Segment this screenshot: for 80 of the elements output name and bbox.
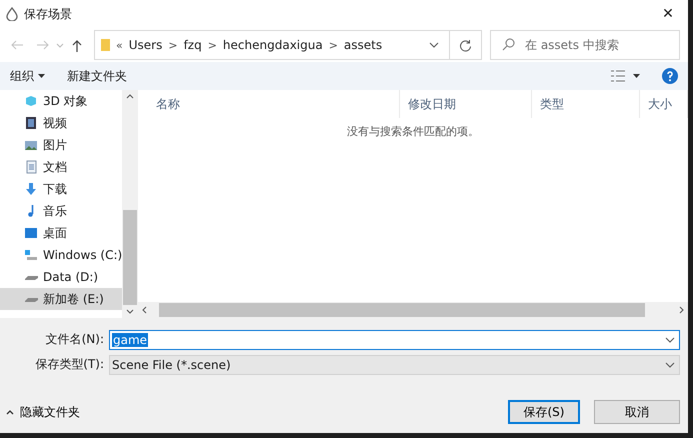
scroll-up-icon[interactable]	[126, 94, 134, 99]
nav-item-label: 音乐	[43, 202, 67, 220]
path-separator: >	[168, 38, 178, 52]
search-icon	[502, 38, 515, 51]
film-icon	[24, 116, 38, 130]
scroll-down-icon[interactable]	[126, 309, 134, 314]
nav-item[interactable]: Windows (C:)	[0, 244, 122, 266]
scroll-left-icon[interactable]	[142, 306, 147, 314]
scrollbar-thumb[interactable]	[159, 303, 645, 317]
file-type-dropdown[interactable]: Scene File (*.scene)	[109, 354, 680, 374]
nav-item[interactable]: 新加卷 (E:)	[0, 288, 122, 310]
caret-up-icon	[6, 410, 14, 414]
nav-item[interactable]: 3D 对象	[0, 90, 122, 112]
dropdown-value: Scene File (*.scene)	[112, 358, 231, 372]
hide-folders-button[interactable]: 隐藏文件夹	[6, 404, 494, 420]
nav-item-label: Windows (C:)	[43, 248, 122, 262]
save-button[interactable]: 保存(S)	[508, 400, 580, 424]
nav-item[interactable]: 桌面	[0, 222, 122, 244]
path-separator: >	[328, 38, 338, 52]
nav-item[interactable]: 下载	[0, 178, 122, 200]
empty-message: 没有与搜索条件匹配的项。	[347, 124, 479, 140]
nav-item-label: Data (D:)	[43, 270, 98, 284]
nav-item-label: 3D 对象	[43, 92, 88, 110]
overflow-chevron[interactable]: «	[116, 38, 123, 52]
nav-item[interactable]: Data (D:)	[0, 266, 122, 288]
nav-item[interactable]: 音乐	[0, 200, 122, 222]
cube-icon	[24, 94, 38, 108]
nav-item-label: 图片	[43, 136, 67, 154]
system-drive-icon	[24, 248, 38, 262]
field-label: 保存类型(T):	[34, 356, 105, 373]
drive-icon	[24, 296, 38, 302]
scrollbar-thumb[interactable]	[123, 210, 137, 305]
organize-menu-button[interactable]: 组织	[10, 68, 45, 84]
nav-item-label: 桌面	[43, 224, 67, 242]
scroll-right-icon[interactable]	[679, 306, 684, 314]
download-arrow-icon	[24, 182, 38, 196]
nav-item-label: 文档	[43, 158, 67, 176]
document-icon	[24, 160, 38, 174]
image-icon	[24, 138, 38, 152]
column-header[interactable]: 名称	[148, 90, 400, 118]
address-bar[interactable]: « Users > fzq > hechengdaxigua > assets	[94, 30, 450, 60]
selected-text: game	[112, 332, 148, 346]
folder-icon	[101, 38, 110, 52]
help-icon[interactable]	[662, 68, 678, 84]
nav-item-label: 视频	[43, 114, 67, 132]
caret-down-icon[interactable]	[633, 74, 640, 78]
search-field[interactable]: 在 assets 中搜索	[490, 30, 680, 60]
horizontal-scrollbar[interactable]	[138, 302, 688, 318]
music-note-icon	[28, 205, 34, 217]
chevron-down-icon	[665, 336, 675, 342]
path-crumb[interactable]: fzq	[184, 38, 202, 52]
path-crumb[interactable]: hechengdaxigua	[222, 38, 323, 52]
path-crumb[interactable]: assets	[344, 38, 382, 52]
chevron-down-icon	[665, 362, 675, 368]
nav-item-label: 下载	[43, 180, 67, 198]
nav-item-label: 新加卷 (E:)	[43, 290, 104, 308]
cancel-button[interactable]: 取消	[594, 400, 680, 424]
column-header[interactable]: 大小	[640, 90, 688, 118]
vertical-scrollbar[interactable]	[122, 90, 138, 318]
path-separator: >	[208, 38, 217, 52]
window-title: 保存场景	[24, 6, 73, 22]
path-crumb[interactable]: Users	[128, 38, 162, 52]
refresh-button[interactable]	[450, 30, 482, 60]
desktop-icon	[24, 226, 38, 240]
file-name-field[interactable]: game	[109, 330, 680, 350]
nav-item[interactable]: 文档	[0, 156, 122, 178]
chevron-down-icon	[429, 42, 439, 48]
field-label: 文件名(N):	[44, 331, 105, 348]
nav-item[interactable]: 图片	[0, 134, 122, 156]
app-logo-icon	[6, 7, 18, 21]
column-header[interactable]: 修改日期	[400, 90, 532, 118]
new-folder-button[interactable]: 新建文件夹	[67, 68, 127, 84]
refresh-icon	[459, 38, 472, 52]
close-button[interactable]: ✕	[648, 0, 688, 28]
caret-down-icon	[38, 74, 45, 78]
column-header[interactable]: 类型	[532, 90, 640, 118]
drive-icon	[24, 274, 38, 280]
up-arrow-icon[interactable]	[72, 38, 82, 52]
nav-item[interactable]: 视频	[0, 112, 122, 134]
view-list-icon[interactable]	[611, 70, 625, 82]
